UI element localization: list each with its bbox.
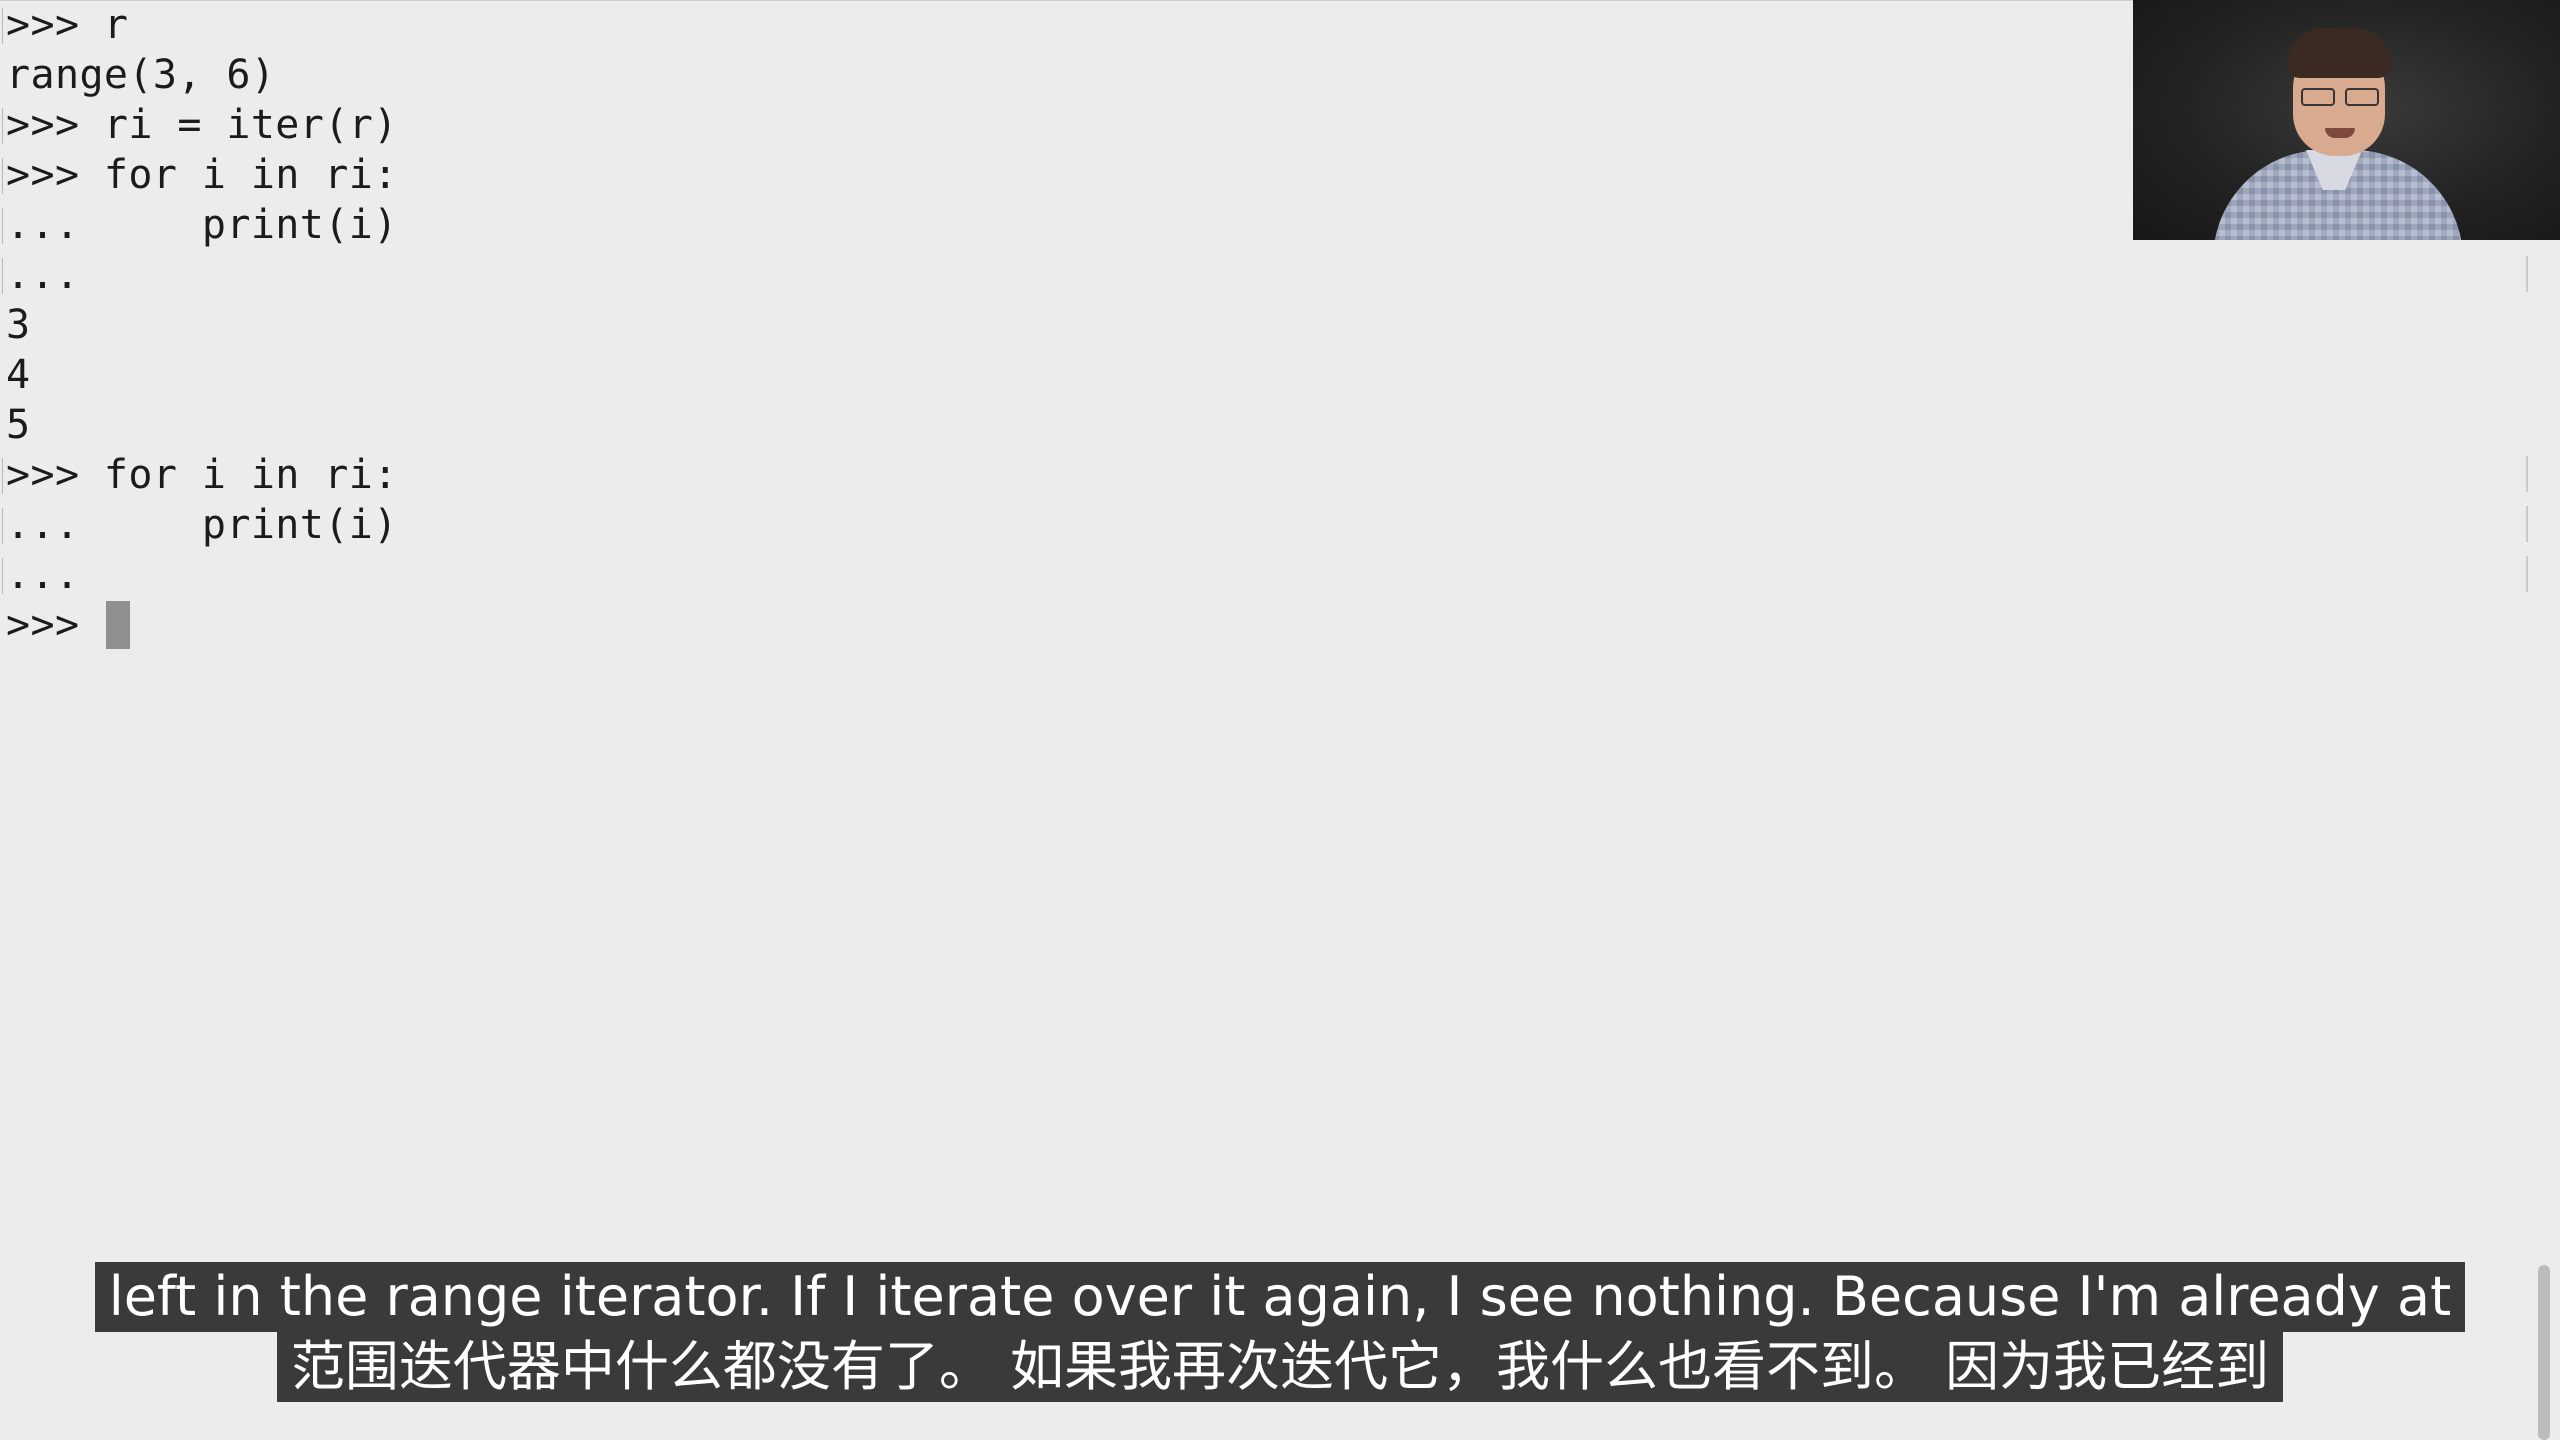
terminal-line: >>> for i in ri: bbox=[2, 150, 2106, 200]
terminal-line-text: ... print(i) bbox=[6, 202, 398, 248]
terminal-line-text: range(3, 6) bbox=[6, 52, 276, 98]
presenter-hair bbox=[2287, 28, 2391, 78]
terminal-line-text: >>> ri = iter(r) bbox=[6, 102, 398, 148]
glasses-icon bbox=[2301, 88, 2379, 106]
presenter-webcam-video bbox=[2133, 0, 2560, 240]
terminal-line: >>> for i in ri: bbox=[2, 450, 2106, 500]
text-cursor bbox=[105, 601, 130, 649]
terminal-line: ... print(i) bbox=[2, 500, 2106, 550]
terminal-output-line: 5 bbox=[6, 400, 2106, 450]
terminal-line: >>> ri = iter(r) bbox=[2, 100, 2106, 150]
terminal-line-text: >>> for i in ri: bbox=[6, 152, 398, 198]
terminal-prompt-line[interactable]: >>> bbox=[6, 600, 2106, 650]
terminal-output-line: 4 bbox=[6, 350, 2106, 400]
terminal-line-text: 3 bbox=[6, 302, 31, 348]
vertical-scrollbar-thumb[interactable] bbox=[2538, 1265, 2550, 1440]
line-mark bbox=[2526, 456, 2528, 492]
subtitle-english: left in the range iterator. If I iterate… bbox=[94, 1262, 2466, 1332]
terminal-line: ... bbox=[2, 550, 2106, 600]
terminal-line-text: ... bbox=[6, 252, 80, 298]
terminal-line: range(3, 6) bbox=[6, 50, 2106, 100]
terminal-prompt: >>> bbox=[6, 602, 104, 648]
python-repl-terminal[interactable]: >>> r range(3, 6) >>> ri = iter(r) >>> f… bbox=[2, 0, 2106, 650]
subtitle-chinese: 范围迭代器中什么都没有了。 如果我再次迭代它，我什么也看不到。 因为我已经到 bbox=[276, 1332, 2284, 1402]
video-frame: >>> r range(3, 6) >>> ri = iter(r) >>> f… bbox=[0, 0, 2560, 1440]
subtitles: left in the range iterator. If I iterate… bbox=[0, 1262, 2560, 1402]
terminal-line-text: ... print(i) bbox=[6, 502, 398, 548]
terminal-line-text: 5 bbox=[6, 402, 31, 448]
terminal-line: ... bbox=[2, 250, 2106, 300]
terminal-output-line: 3 bbox=[6, 300, 2106, 350]
line-mark bbox=[2526, 256, 2528, 292]
terminal-line-text: >>> for i in ri: bbox=[6, 452, 398, 498]
terminal-line: >>> r bbox=[2, 0, 2106, 50]
terminal-line: ... print(i) bbox=[2, 200, 2106, 250]
terminal-line-text: ... bbox=[6, 552, 80, 598]
line-mark bbox=[2526, 556, 2528, 592]
line-mark bbox=[2526, 506, 2528, 542]
terminal-line-text: >>> r bbox=[6, 2, 129, 48]
terminal-line-text: 4 bbox=[6, 352, 31, 398]
